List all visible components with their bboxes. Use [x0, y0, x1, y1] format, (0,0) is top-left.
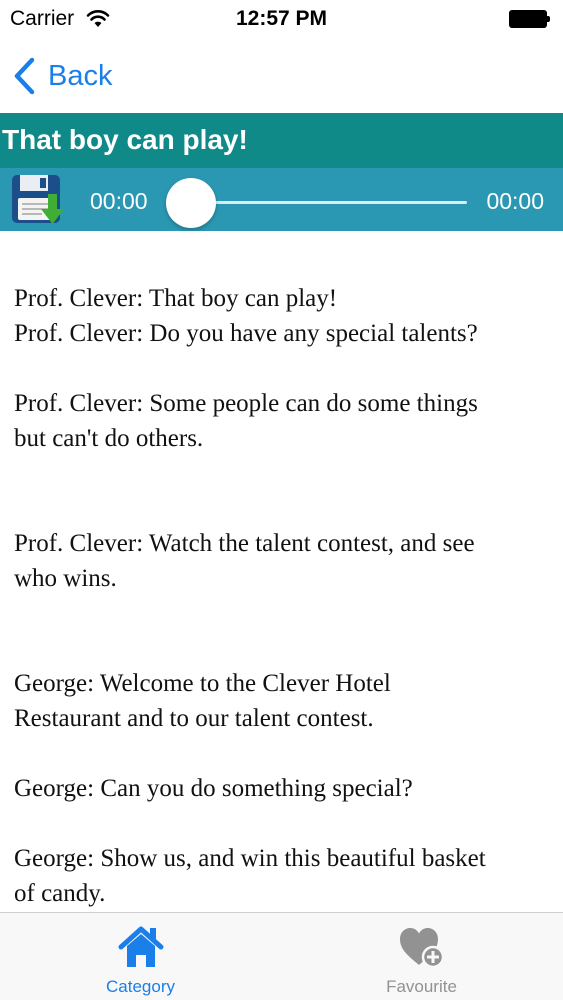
status-bar: Carrier 12:57 PM — [0, 0, 563, 40]
heart-add-icon — [400, 928, 445, 969]
total-time: 00:00 — [486, 188, 544, 214]
dialogue-line — [14, 456, 554, 491]
dialogue-line: George: Show us, and win this beautiful … — [14, 845, 486, 872]
dialogue-line — [14, 596, 554, 631]
lesson-title: That boy can play! — [2, 124, 248, 155]
tab-bar: Category Favourite — [0, 912, 563, 1000]
dialogue-line — [14, 351, 554, 386]
playback-slider-thumb[interactable] — [166, 178, 216, 228]
dialogue-line — [14, 736, 554, 771]
chevron-left-icon — [14, 57, 35, 95]
dialogue-line: but can't do others. — [14, 425, 204, 452]
lesson-title-bar: That boy can play! — [0, 113, 563, 168]
dialogue-line: Prof. Clever: Watch the talent contest, … — [14, 530, 475, 557]
dialogue-line — [14, 631, 554, 666]
dialogue-line — [14, 491, 554, 526]
playback-slider-track[interactable] — [186, 201, 467, 204]
dialogue-line: Prof. Clever: Some people can do some th… — [14, 390, 478, 417]
navigation-bar: Back — [0, 40, 563, 112]
audio-player-bar: 00:00 00:00 — [0, 168, 563, 231]
status-time: 12:57 PM — [235, 7, 328, 30]
floppy-download-icon[interactable] — [10, 172, 66, 226]
tab-category[interactable]: Category — [0, 913, 281, 1000]
elapsed-time: 00:00 — [90, 188, 148, 214]
tab-favourite-label: Favourite — [386, 977, 457, 996]
dialogue-text: Prof. Clever: That boy can play! Prof. C… — [14, 281, 554, 911]
battery-icon — [509, 10, 551, 28]
dialogue-line: George: Welcome to the Clever Hotel — [14, 670, 391, 697]
dialogue-line: George: Can you do something special? — [14, 775, 413, 802]
tab-favourite[interactable]: Favourite — [281, 913, 562, 1000]
dialogue-line: Prof. Clever: That boy can play! — [14, 285, 338, 312]
dialogue-line: Restaurant and to our talent contest. — [14, 705, 374, 732]
dialogue-line: Prof. Clever: Do you have any special ta… — [14, 320, 478, 347]
dialogue-line: who wins. — [14, 565, 117, 592]
dialogue-line — [14, 806, 554, 841]
home-icon — [118, 926, 164, 967]
back-button[interactable]: Back — [10, 52, 112, 100]
dialogue-line: of candy. — [14, 880, 106, 907]
back-label: Back — [48, 59, 113, 92]
tab-category-label: Category — [106, 977, 175, 996]
